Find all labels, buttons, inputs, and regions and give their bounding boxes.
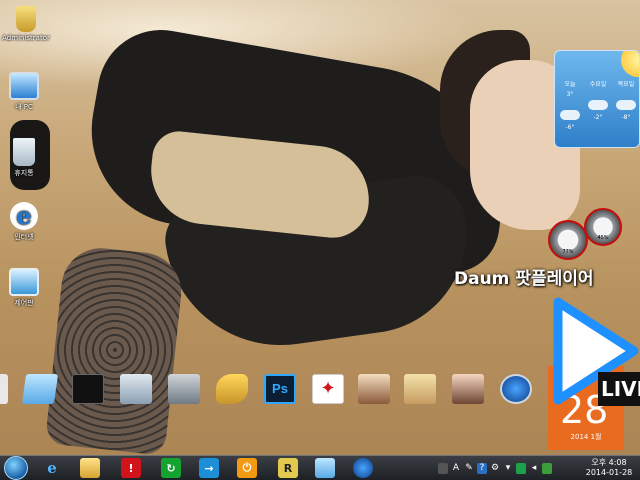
weather-gadget[interactable]: 오늘 3° -6° 수요일 -2° 목요일 -8° (554, 50, 640, 148)
dock-bar: Ps ✦ (0, 368, 546, 410)
flag-icon[interactable] (542, 462, 552, 474)
monitor-icon[interactable] (120, 374, 152, 404)
live-badge: LIVE (598, 372, 640, 406)
pen-icon[interactable]: ✎ (464, 463, 474, 474)
weather-day: 목요일 -8° (616, 81, 636, 121)
desktop-icon-label: 내 PC (15, 103, 33, 111)
photo-3-icon[interactable] (452, 374, 484, 404)
internet-explorer-icon[interactable]: e (42, 458, 62, 478)
calendar-year-month: 2014 1월 (570, 433, 602, 441)
desktop-icon-label: 인터넷 (14, 233, 34, 241)
notepad-icon[interactable] (315, 458, 335, 478)
clock-time: 오후 4:08 (591, 458, 627, 467)
dock-partial-icon[interactable] (0, 374, 8, 404)
cloud-icon (588, 100, 608, 110)
clock-date: 2014-01-28 (585, 468, 633, 477)
weather-day: 오늘 3° -6° (557, 79, 583, 131)
internet-explorer-icon: e (10, 202, 38, 230)
speaker-icon[interactable]: ◂ (529, 463, 539, 474)
memory-gauge[interactable]: 45% (584, 208, 622, 246)
photoshop-icon[interactable]: Ps (264, 374, 296, 404)
desktop-icon-my-pc[interactable]: 내 PC (0, 72, 48, 112)
ime-indicator[interactable]: A (451, 463, 461, 474)
computer-icon (9, 72, 39, 100)
toolbox-icon[interactable] (168, 374, 200, 404)
settings-icon[interactable]: ⚙ (490, 463, 500, 474)
media-player-icon[interactable] (353, 458, 373, 478)
cloud-icon (616, 100, 636, 110)
taskbar-clock[interactable]: 오후 4:08 2014-01-28 (580, 458, 638, 478)
start-button[interactable] (4, 456, 28, 480)
photo-1-icon[interactable] (358, 374, 390, 404)
file-explorer-icon[interactable] (80, 458, 100, 478)
desktop-icon-administrator[interactable]: Administrator (2, 6, 50, 42)
taskbar: e ! ↻ → ⏻ R A ✎ ? ⚙ ▾ ◂ 오후 4:08 2014-01-… (0, 455, 640, 480)
desktop-icon-control-panel[interactable]: 제어판 (0, 268, 48, 308)
photo-2-icon[interactable] (404, 374, 436, 404)
acrobat-icon[interactable]: ✦ (312, 374, 344, 404)
notepad-icon[interactable] (21, 374, 59, 404)
sun-icon (621, 51, 639, 77)
recycle-bin-icon (13, 138, 35, 166)
desktop-icon-label: Administrator (2, 34, 50, 42)
restart-icon[interactable]: ↻ (161, 458, 181, 478)
arrow-icon[interactable]: ▾ (503, 463, 513, 474)
media-player-icon[interactable] (500, 374, 532, 404)
desktop-icon-label: 제어판 (14, 299, 34, 307)
logoff-icon[interactable]: → (199, 458, 219, 478)
cloud-icon (560, 110, 580, 120)
desktop-icon-recycle-bin[interactable]: 휴지통 (0, 138, 48, 178)
desktop-icon-internet[interactable]: e 인터넷 (0, 202, 48, 242)
cpu-gauge[interactable]: 77% (548, 220, 588, 260)
user-folder-icon (16, 6, 36, 32)
r-app-icon[interactable]: R (278, 458, 298, 478)
network-icon[interactable] (516, 462, 526, 474)
system-tray: A ✎ ? ⚙ ▾ ◂ (438, 459, 552, 477)
daum-potplayer-title: Daum 팟플레이어 (454, 269, 594, 289)
keyboard-icon[interactable] (438, 462, 448, 474)
black-window-icon[interactable] (72, 374, 104, 404)
shutdown-icon[interactable]: ! (121, 458, 141, 478)
help-icon[interactable]: ? (477, 462, 487, 474)
control-panel-icon (9, 268, 39, 296)
power-icon[interactable]: ⏻ (237, 458, 257, 478)
weather-day: 수요일 -2° (588, 81, 608, 121)
tools-icon[interactable] (216, 374, 248, 404)
desktop-icon-label: 휴지통 (14, 169, 34, 177)
